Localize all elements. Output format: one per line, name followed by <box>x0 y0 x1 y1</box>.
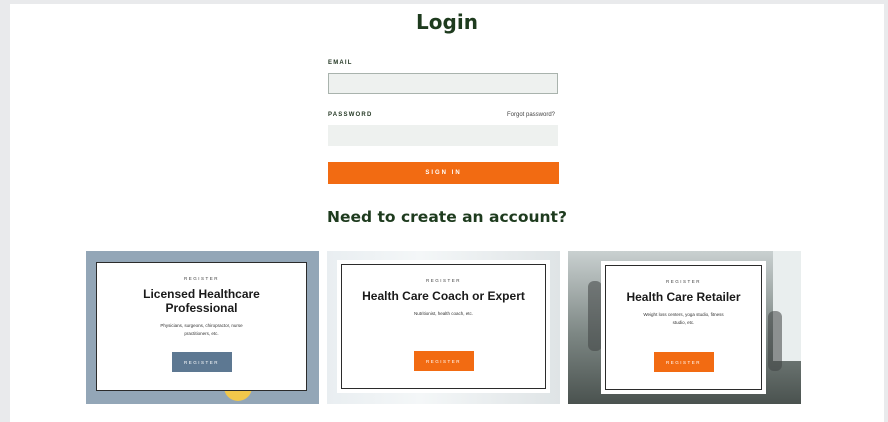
password-input[interactable] <box>328 125 558 146</box>
email-label: EMAIL <box>328 60 353 66</box>
register-coach-button[interactable]: REGISTER <box>413 351 474 371</box>
page: Login EMAIL PASSWORD Forgot password? SI… <box>10 4 884 422</box>
card-description: Physicians, surgeons, chiropractor, nurs… <box>160 323 243 336</box>
card-eyebrow: REGISTER <box>665 279 701 284</box>
card-panel: REGISTER Health Care Coach or Expert Nut… <box>337 260 550 393</box>
register-retailer-button[interactable]: REGISTER <box>653 352 714 372</box>
card-description: Nutritionist, health coach, etc. <box>413 311 474 316</box>
card-panel: REGISTER Licensed Healthcare Professiona… <box>96 262 307 391</box>
background-figure <box>588 281 602 351</box>
register-professional-button[interactable]: REGISTER <box>171 352 232 372</box>
card-coach-expert: REGISTER Health Care Coach or Expert Nut… <box>327 251 560 404</box>
forgot-password-link[interactable]: Forgot password? <box>507 112 555 118</box>
card-retailer: REGISTER Health Care Retailer Weight los… <box>568 251 801 404</box>
card-eyebrow: REGISTER <box>425 278 461 283</box>
background-figure <box>768 311 782 371</box>
password-label: PASSWORD <box>328 112 373 118</box>
card-title: Health Care Coach or Expert <box>362 289 525 303</box>
card-panel: REGISTER Health Care Retailer Weight los… <box>601 261 766 394</box>
card-eyebrow: REGISTER <box>183 276 219 281</box>
card-title: Health Care Retailer <box>626 290 741 304</box>
email-input[interactable] <box>328 73 558 94</box>
card-description: Weight loss centers, yoga studio, fitnes… <box>643 312 724 325</box>
sign-in-button[interactable]: SIGN IN <box>328 162 559 184</box>
login-title: Login <box>416 10 478 34</box>
card-licensed-professional: REGISTER Licensed Healthcare Professiona… <box>86 251 319 404</box>
create-account-heading: Need to create an account? <box>327 208 567 226</box>
card-title: Licensed Healthcare Professional <box>143 287 260 315</box>
